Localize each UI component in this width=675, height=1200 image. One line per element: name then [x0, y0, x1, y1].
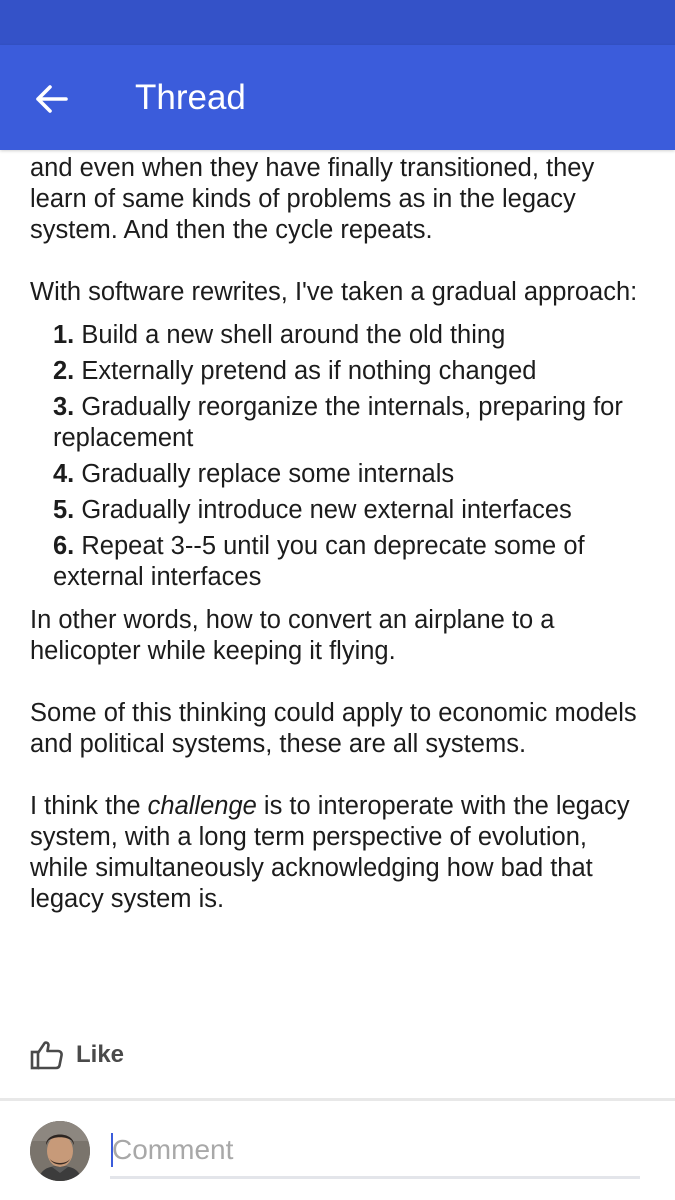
arrow-left-icon: [36, 85, 68, 113]
step-number: 6.: [53, 532, 75, 560]
list-item: 2. Externally pretend as if nothing chan…: [53, 356, 650, 387]
list-item: 1. Build a new shell around the old thin…: [53, 320, 650, 351]
list-item: 4. Gradually replace some internals: [53, 459, 650, 490]
back-button[interactable]: [22, 73, 82, 125]
app-bar: Thread: [0, 45, 675, 150]
closing-text-before: I think the: [30, 792, 148, 820]
step-number: 3.: [53, 393, 75, 421]
step-number: 1.: [53, 321, 75, 349]
post-paragraph-rewrite-intro: With software rewrites, I've taken a gra…: [30, 278, 638, 306]
post-paragraph-closing: I think the challenge is to interoperate…: [30, 791, 650, 915]
list-item: 5. Gradually introduce new external inte…: [53, 495, 650, 526]
step-text: Externally pretend as if nothing changed: [81, 357, 537, 385]
avatar: [30, 1121, 90, 1181]
like-button[interactable]: Like: [30, 1035, 124, 1075]
divider: [0, 1098, 675, 1101]
post-paragraph-intro: and even when they have finally transiti…: [30, 154, 595, 244]
status-bar: [0, 0, 675, 45]
closing-emphasis: challenge: [147, 792, 257, 820]
text-caret: [111, 1133, 113, 1167]
step-text: Build a new shell around the old thing: [81, 321, 506, 349]
step-text: Gradually reorganize the internals, prep…: [53, 393, 623, 452]
thumbs-up-icon: [30, 1041, 63, 1070]
step-text: Gradually replace some internals: [81, 460, 455, 488]
step-number: 5.: [53, 496, 75, 524]
steps-list: 1. Build a new shell around the old thin…: [30, 320, 650, 593]
like-label: Like: [76, 1041, 125, 1068]
post-body: and even when they have finally transiti…: [30, 150, 650, 915]
post-paragraph-economic: Some of this thinking could apply to eco…: [30, 699, 637, 758]
step-text: Repeat 3--5 until you can deprecate some…: [53, 532, 585, 591]
user-avatar-image: [30, 1121, 90, 1181]
comment-input[interactable]: [110, 1128, 640, 1179]
step-text: Gradually introduce new external interfa…: [81, 496, 572, 524]
list-item: 6. Repeat 3--5 until you can deprecate s…: [53, 531, 650, 593]
list-item: 3. Gradually reorganize the internals, p…: [53, 392, 650, 454]
page-title: Thread: [135, 78, 246, 117]
step-number: 2.: [53, 357, 75, 385]
post-paragraph-airplane: In other words, how to convert an airpla…: [30, 606, 555, 665]
step-number: 4.: [53, 460, 75, 488]
